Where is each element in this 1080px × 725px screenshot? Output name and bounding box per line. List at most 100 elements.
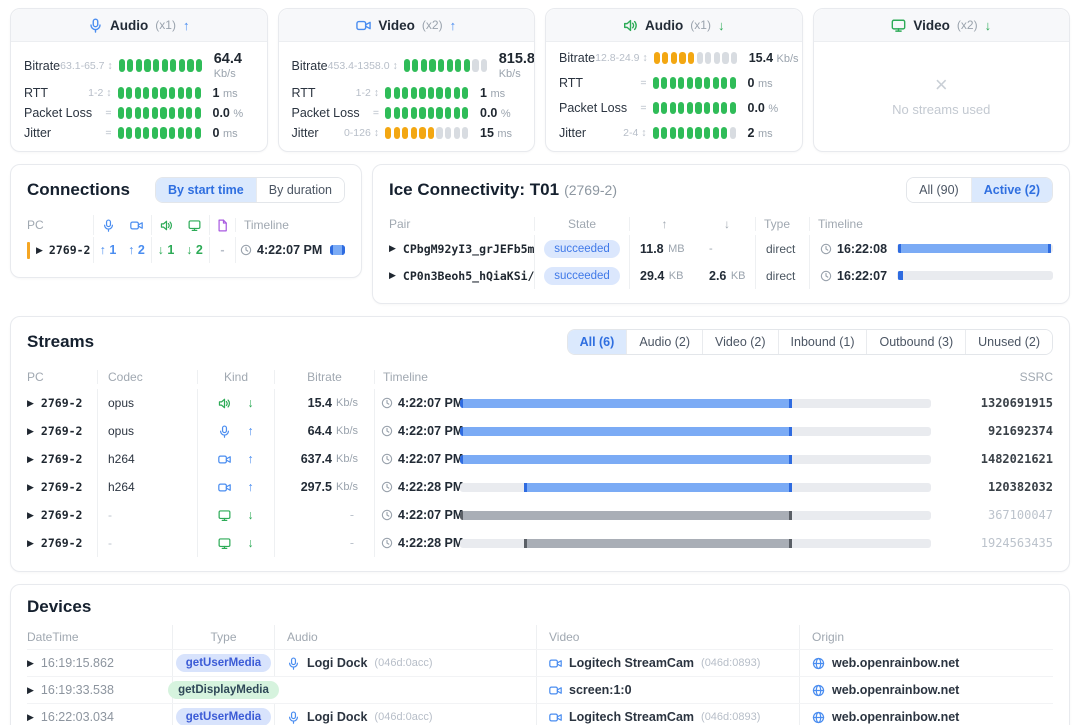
streams-panel: Streams All (6) Audio (2) Video (2) Inbo… [10, 316, 1070, 572]
stream-row[interactable]: ▶2769-2 h264 ↑ 297.5Kb/s 4:22:28 PM 1203… [27, 473, 1053, 501]
video-up-count: ↑ 2 [122, 237, 151, 263]
expand-icon[interactable]: ▶ [27, 685, 34, 696]
ice-filter-toggle: All (90) Active (2) [906, 177, 1053, 203]
stream-row[interactable]: ▶2769-2 h264 ↑ 637.4Kb/s 4:22:07 PM 1482… [27, 445, 1053, 473]
audio-device-name: Logi Dock [307, 656, 367, 670]
ssrc-value: 921692374 [935, 424, 1053, 438]
bitrate-value: 637.4 [301, 452, 332, 466]
stat-value: 15.4 Kb/s [738, 51, 799, 65]
stat-row-packet-loss: Packet Loss = 0.0 % [559, 101, 789, 115]
card-body: Bitrate 12.8-24.9 ↕ 15.4 Kb/s RTT = 0 ms… [546, 42, 802, 151]
globe-icon [812, 657, 825, 670]
ice-timeline-bar [897, 271, 1053, 280]
connection-row[interactable]: ▶ 2769-2 ↑ 1 ↑ 2 ↓ 1 ↓ 2 - 4:22:07 PM [27, 237, 345, 263]
mic-icon [218, 425, 231, 438]
expand-icon[interactable]: ▶ [27, 658, 34, 669]
clock-icon [381, 397, 393, 409]
card-title: Video [378, 18, 415, 33]
expand-icon[interactable]: ▶ [27, 538, 34, 549]
device-row[interactable]: ▶16:22:03.034 getUserMedia Logi Dock(046… [27, 703, 1053, 725]
stat-label: Packet Loss [24, 106, 92, 120]
stream-time: 4:22:07 PM [398, 452, 463, 466]
stream-row[interactable]: ▶2769-2 opus ↑ 64.4Kb/s 4:22:07 PM 92169… [27, 417, 1053, 445]
timeline-column-header: Timeline [235, 218, 345, 232]
camera-icon [356, 18, 371, 33]
timeline-column-header: Timeline [809, 217, 891, 231]
pc-id: 2769-2 [41, 536, 83, 550]
camera-icon [218, 481, 231, 494]
device-row[interactable]: ▶16:19:33.538 getDisplayMedia screen:1:0… [27, 676, 1053, 703]
expand-icon[interactable]: ▶ [27, 398, 34, 409]
card-audio-outbound: Audio (x1) ↑ Bitrate 63.1-65.7 ↕ 64.4Kb/… [10, 8, 268, 152]
streams-title: Streams [27, 332, 94, 352]
stat-range: 0-126 ↕ [319, 127, 379, 139]
bitrate-value: 297.5 [301, 480, 332, 494]
filter-inbound-button[interactable]: Inbound (1) [778, 330, 867, 354]
pair-column-header: Pair [389, 217, 534, 231]
device-row[interactable]: ▶16:19:15.862 getUserMedia Logi Dock(046… [27, 649, 1053, 676]
stat-range: 1-2 ↕ [48, 87, 111, 99]
stat-range: 2-4 ↕ [586, 127, 646, 139]
pc-id: 2769-2 [41, 480, 83, 494]
pair-type: direct [755, 235, 809, 262]
filter-outbound-button[interactable]: Outbound (3) [866, 330, 965, 354]
expand-icon[interactable]: ▶ [27, 454, 34, 465]
by-start-time-button[interactable]: By start time [156, 178, 256, 202]
stat-range: = [627, 102, 646, 114]
stat-row-rtt: RTT 1-2 ↕ 1 ms [24, 86, 254, 100]
media-type-badge: getUserMedia [176, 708, 271, 725]
filter-all-button[interactable]: All (6) [568, 330, 627, 354]
stat-label: Bitrate [24, 59, 60, 73]
expand-icon[interactable]: ▶ [27, 482, 34, 493]
active-pairs-button[interactable]: Active (2) [971, 178, 1052, 202]
stat-value: 1 ms [469, 86, 521, 100]
connections-header: PC Timeline [27, 215, 345, 235]
expand-icon[interactable]: ▶ [27, 426, 34, 437]
expand-icon[interactable]: ▶ [27, 510, 34, 521]
stat-row-jitter: Jitter 2-4 ↕ 2 ms [559, 126, 789, 140]
card-header: Video (x2) ↓ [814, 9, 1070, 42]
pc-id: 2769-2 [41, 396, 83, 410]
mic-icon [102, 219, 115, 232]
expand-icon[interactable]: ▶ [36, 245, 43, 256]
expand-icon[interactable]: ▶ [389, 270, 396, 281]
card-header: Video (x2) ↑ [279, 9, 535, 42]
document-icon [216, 219, 229, 232]
expand-icon[interactable]: ▶ [389, 243, 396, 254]
by-duration-button[interactable]: By duration [256, 178, 344, 202]
audio-column-header: Audio [274, 625, 536, 649]
filter-video-button[interactable]: Video (2) [702, 330, 778, 354]
stream-time: 4:22:07 PM [398, 508, 463, 522]
card-count: (x2) [957, 18, 978, 32]
stat-cards-row: Audio (x1) ↑ Bitrate 63.1-65.7 ↕ 64.4Kb/… [10, 8, 1070, 152]
codec: opus [97, 389, 197, 417]
filter-unused-button[interactable]: Unused (2) [965, 330, 1052, 354]
ice-pair-row[interactable]: ▶ CP0n3Beoh5_hQiaKSi/ succeeded 29.4 KB … [389, 262, 1053, 289]
stream-timeline-bar [460, 539, 931, 548]
globe-icon [812, 684, 825, 697]
origin-host: web.openrainbow.net [832, 710, 959, 724]
ice-pair-row[interactable]: ▶ CPbgM92yI3_grJEFb5m succeeded 11.8 MB … [389, 235, 1053, 262]
stream-row[interactable]: ▶2769-2 opus ↓ 15.4Kb/s 4:22:07 PM 13206… [27, 389, 1053, 417]
dashboard-page: Audio (x1) ↑ Bitrate 63.1-65.7 ↕ 64.4Kb/… [0, 0, 1080, 725]
camera-icon [549, 657, 562, 670]
stat-value: 64.4Kb/s [203, 51, 255, 80]
bytes-received: 2.6 [709, 269, 726, 283]
stream-row[interactable]: ▶2769-2 - ↓ - 4:22:28 PM 1924563435 [27, 529, 1053, 557]
pc-id: 2769-2 [41, 424, 83, 438]
pc-id: 2769-2 [41, 452, 83, 466]
video-down-count: ↓ 2 [180, 237, 209, 263]
all-pairs-button[interactable]: All (90) [907, 178, 971, 202]
stat-row-jitter: Jitter = 0 ms [24, 126, 254, 140]
camera-icon [549, 711, 562, 724]
card-title: Audio [110, 18, 148, 33]
stream-row[interactable]: ▶2769-2 - ↓ - 4:22:07 PM 367100047 [27, 501, 1053, 529]
filter-audio-button[interactable]: Audio (2) [626, 330, 702, 354]
expand-icon[interactable]: ▶ [27, 712, 34, 723]
audio-device-id: (046d:0acc) [374, 711, 432, 723]
ice-subtitle: (2769-2) [564, 182, 617, 198]
stat-label: Bitrate [559, 51, 595, 65]
ssrc-value: 367100047 [935, 508, 1053, 522]
mic-icon [287, 657, 300, 670]
stream-time: 4:22:07 PM [398, 396, 463, 410]
